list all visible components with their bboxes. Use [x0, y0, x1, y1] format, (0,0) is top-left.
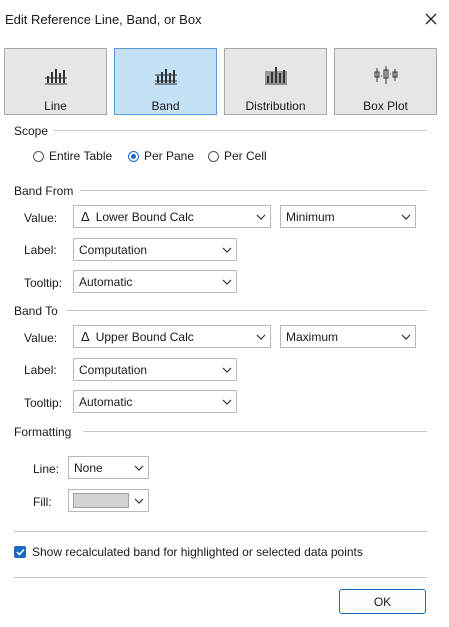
type-distribution-button[interactable]: Distribution: [224, 48, 327, 115]
band-to-tooltip-text: Automatic: [79, 394, 133, 409]
type-boxplot-label: Box Plot: [363, 99, 408, 113]
band-from-value-label: Value:: [24, 211, 58, 225]
band-from-tooltip-label: Tooltip:: [24, 276, 63, 290]
close-button[interactable]: [418, 6, 444, 32]
scope-per-cell-label: Per Cell: [224, 149, 267, 163]
checkbox-checked-icon: [14, 546, 26, 558]
band-from-aggregation-text: Minimum: [286, 209, 335, 224]
band-from-title: Band From: [14, 184, 74, 198]
line-format-text: None: [74, 460, 103, 475]
recalc-band-label: Show recalculated band for highlighted o…: [32, 545, 363, 559]
chevron-down-icon: [397, 334, 415, 340]
formatting-divider: [83, 431, 427, 432]
scope-per-pane-radio[interactable]: Per Pane: [128, 149, 194, 163]
box-plot-icon: [373, 63, 399, 87]
scope-divider: [54, 130, 427, 131]
band-from-value-field-dropdown[interactable]: Δ Lower Bound Calc: [73, 205, 271, 228]
band-to-label-text: Computation: [79, 362, 148, 377]
radio-checked-icon: [128, 150, 139, 162]
ok-button-label: OK: [373, 594, 392, 609]
radio-unchecked-icon: [208, 150, 219, 162]
band-to-aggregation-dropdown[interactable]: Maximum: [280, 325, 416, 348]
chevron-down-icon: [218, 399, 236, 405]
close-icon: [425, 13, 437, 25]
radio-unchecked-icon: [33, 150, 44, 162]
chevron-down-icon: [218, 279, 236, 285]
chevron-down-icon: [130, 498, 148, 504]
chevron-down-icon: [397, 214, 415, 220]
formatting-bottom-divider: [14, 531, 427, 532]
type-distribution-label: Distribution: [245, 99, 306, 113]
scope-entire-table-label: Entire Table: [49, 149, 113, 163]
recalc-band-checkbox[interactable]: Show recalculated band for highlighted o…: [14, 545, 363, 559]
chevron-down-icon: [218, 247, 236, 253]
chevron-down-icon: [218, 367, 236, 373]
band-from-tooltip-text: Automatic: [79, 274, 133, 289]
scope-entire-table-radio[interactable]: Entire Table: [33, 149, 112, 163]
footer-divider: [14, 577, 427, 578]
formatting-title: Formatting: [14, 425, 72, 439]
type-line-button[interactable]: Line: [4, 48, 107, 115]
band-to-value-field-text: Upper Bound Calc: [95, 329, 194, 344]
band-from-label-dropdown[interactable]: Computation: [73, 238, 237, 261]
line-format-label: Line:: [33, 462, 60, 476]
band-from-divider: [80, 190, 427, 191]
band-to-label-dropdown[interactable]: Computation: [73, 358, 237, 381]
band-to-title: Band To: [14, 304, 58, 318]
band-to-label-label: Label:: [24, 363, 57, 377]
band-from-value-field-text: Lower Bound Calc: [95, 209, 194, 224]
band-chart-icon: [154, 63, 178, 87]
band-to-tooltip-dropdown[interactable]: Automatic: [73, 390, 237, 413]
scope-per-pane-label: Per Pane: [144, 149, 195, 163]
calculated-field-icon: Δ: [81, 209, 90, 224]
chevron-down-icon: [252, 334, 270, 340]
scope-per-cell-radio[interactable]: Per Cell: [208, 149, 267, 163]
calculated-field-icon: Δ: [81, 329, 90, 344]
distribution-chart-icon: [264, 63, 288, 87]
type-boxplot-button[interactable]: Box Plot: [334, 48, 437, 115]
chevron-down-icon: [130, 465, 148, 471]
fill-format-label: Fill:: [33, 495, 52, 509]
fill-color-dropdown[interactable]: [68, 489, 149, 512]
type-line-label: Line: [44, 99, 67, 113]
chevron-down-icon: [252, 214, 270, 220]
type-band-label: Band: [151, 99, 180, 113]
dialog-title: Edit Reference Line, Band, or Box: [5, 12, 202, 27]
fill-color-swatch: [73, 493, 129, 508]
scope-title: Scope: [14, 124, 49, 138]
band-to-aggregation-text: Maximum: [286, 329, 339, 344]
band-from-tooltip-dropdown[interactable]: Automatic: [73, 270, 237, 293]
band-to-divider: [66, 310, 427, 311]
band-from-label-label: Label:: [24, 243, 57, 257]
type-band-button[interactable]: Band: [114, 48, 217, 115]
band-to-value-field-dropdown[interactable]: Δ Upper Bound Calc: [73, 325, 271, 348]
band-from-label-text: Computation: [79, 242, 148, 257]
line-format-dropdown[interactable]: None: [68, 456, 149, 479]
band-to-tooltip-label: Tooltip:: [24, 396, 63, 410]
band-to-value-label: Value:: [24, 331, 58, 345]
band-from-aggregation-dropdown[interactable]: Minimum: [280, 205, 416, 228]
ok-button[interactable]: OK: [339, 589, 426, 614]
line-chart-icon: [44, 63, 68, 87]
